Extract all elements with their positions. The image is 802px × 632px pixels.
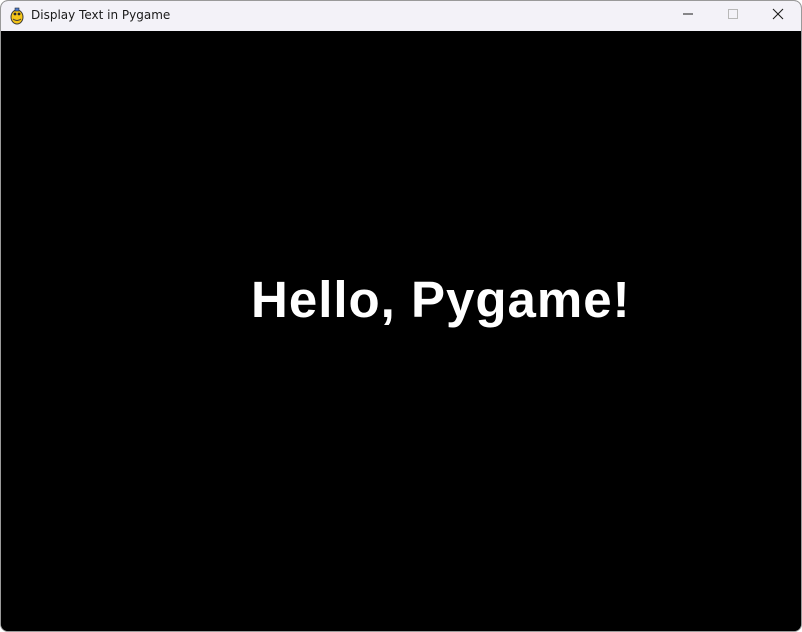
game-canvas[interactable]: Hello, Pygame! xyxy=(1,32,801,631)
minimize-button[interactable] xyxy=(665,1,711,31)
app-window: Display Text in Pygame Hello, Pygame! xyxy=(0,0,802,632)
maximize-icon xyxy=(727,7,739,25)
close-button[interactable] xyxy=(755,1,801,31)
window-title: Display Text in Pygame xyxy=(31,8,171,22)
title-bar[interactable]: Display Text in Pygame xyxy=(1,1,801,31)
maximize-button[interactable] xyxy=(710,1,756,31)
pygame-icon xyxy=(9,7,25,25)
hello-text: Hello, Pygame! xyxy=(251,271,631,328)
close-icon xyxy=(772,7,784,25)
minimize-icon xyxy=(682,7,694,25)
